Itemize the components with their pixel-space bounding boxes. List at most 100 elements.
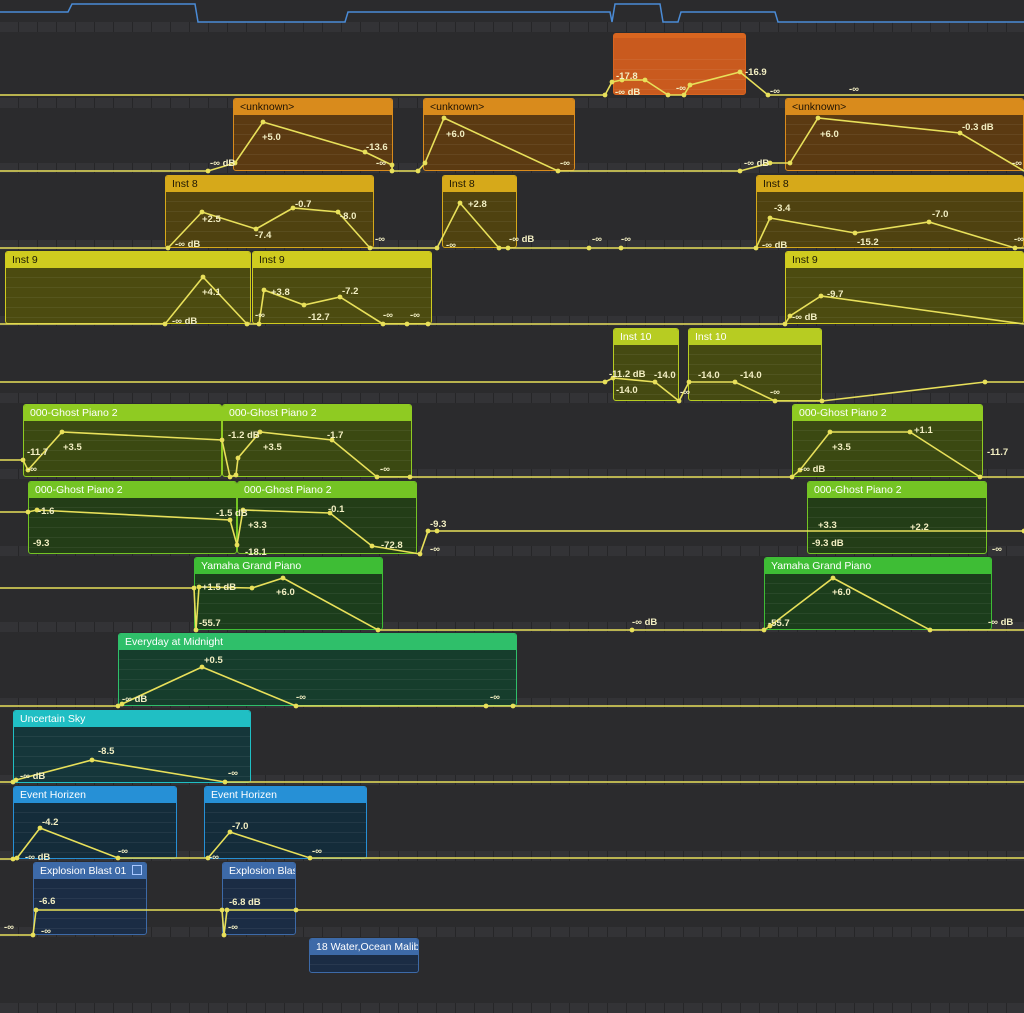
- automation-node[interactable]: [235, 455, 241, 461]
- automation-node[interactable]: [737, 69, 743, 75]
- automation-node[interactable]: [25, 509, 31, 515]
- automation-node[interactable]: [389, 162, 395, 168]
- automation-node[interactable]: [687, 82, 693, 88]
- automation-node[interactable]: [629, 627, 635, 633]
- automation-node[interactable]: [380, 321, 386, 327]
- automation-node[interactable]: [59, 429, 65, 435]
- automation-line[interactable]: [0, 827, 1024, 860]
- automation-node[interactable]: [205, 168, 211, 174]
- automation-node[interactable]: [496, 245, 502, 251]
- automation-node[interactable]: [676, 398, 682, 404]
- automation-node[interactable]: [389, 168, 395, 174]
- automation-curve[interactable]: -11.2 dB -14.0 -14.0 -∞ -14.0 -14.0 -∞: [0, 369, 1024, 404]
- automation-node[interactable]: [249, 585, 255, 591]
- automation-node[interactable]: [815, 115, 821, 121]
- automation-node[interactable]: [162, 321, 168, 327]
- automation-node[interactable]: [789, 474, 795, 480]
- automation-node[interactable]: [618, 245, 624, 251]
- automation-line[interactable]: [0, 116, 1024, 172]
- automation-node[interactable]: [200, 274, 206, 280]
- automation-node[interactable]: [196, 584, 202, 590]
- automation-line[interactable]: [0, 509, 1024, 555]
- automation-node[interactable]: [782, 321, 788, 327]
- automation-node[interactable]: [425, 321, 431, 327]
- automation-line[interactable]: [0, 431, 1024, 479]
- automation-node[interactable]: [244, 321, 250, 327]
- automation-node[interactable]: [89, 757, 95, 763]
- automation-node[interactable]: [761, 627, 767, 633]
- automation-line[interactable]: [0, 71, 1024, 96]
- automation-node[interactable]: [772, 398, 778, 404]
- automation-node[interactable]: [737, 168, 743, 174]
- automation-line[interactable]: [0, 666, 1024, 707]
- automation-node[interactable]: [415, 168, 421, 174]
- automation-node[interactable]: [219, 437, 225, 443]
- automation-node[interactable]: [369, 543, 375, 549]
- automation-node[interactable]: [224, 907, 230, 913]
- automation-curve[interactable]: +1.5 dB -55.7 +6.0 -∞ dB -55.7 +6.0 -∞ dB: [0, 575, 1024, 633]
- automation-curve[interactable]: -∞ -6.6 -∞ -6.8 dB -∞: [0, 896, 1024, 938]
- automation-node[interactable]: [33, 907, 39, 913]
- automation-node[interactable]: [982, 379, 988, 385]
- automation-node[interactable]: [219, 907, 225, 913]
- automation-node[interactable]: [609, 79, 615, 85]
- automation-node[interactable]: [13, 777, 19, 783]
- automation-node[interactable]: [505, 245, 511, 251]
- automation-node[interactable]: [280, 575, 286, 581]
- automation-node[interactable]: [1012, 245, 1018, 251]
- automation-node[interactable]: [926, 219, 932, 225]
- automation-line[interactable]: [0, 759, 1024, 783]
- automation-node[interactable]: [193, 627, 199, 633]
- automation-node[interactable]: [852, 230, 858, 236]
- automation-node[interactable]: [256, 321, 262, 327]
- automation-curve[interactable]: -11.7-∞+3.5-1.2 dB+3.5-1.7-∞ -∞ dB+3.5+1.…: [0, 425, 1024, 480]
- automation-node[interactable]: [441, 115, 447, 121]
- automation-node[interactable]: [293, 907, 299, 913]
- automation-node[interactable]: [602, 379, 608, 385]
- automation-node[interactable]: [10, 856, 16, 862]
- automation-curve[interactable]: -4.2 -∞ dB -∞ -7.0 -∞ -∞: [0, 817, 1024, 863]
- automation-node[interactable]: [642, 77, 648, 83]
- automation-node[interactable]: [787, 160, 793, 166]
- automation-node[interactable]: [818, 293, 824, 299]
- automation-node[interactable]: [407, 474, 413, 480]
- automation-curve[interactable]: -17.8-∞ dB -∞-16.9-∞ -∞: [0, 67, 1024, 98]
- automation-node[interactable]: [907, 429, 913, 435]
- automation-node[interactable]: [830, 575, 836, 581]
- automation-node[interactable]: [977, 474, 983, 480]
- automation-node[interactable]: [827, 429, 833, 435]
- automation-curve[interactable]: -∞ dB +2.5 -7.4 -0.7 -8.0 -∞ +2.8 -∞ -∞ dB -∞ -∞ -3…: [0, 199, 1024, 251]
- automation-node[interactable]: [191, 585, 197, 591]
- automation-curve[interactable]: +4.1 -∞ dB +3.8 -∞ -12.7 -7.2 -∞ -∞ -9.7 -∞ dB: [0, 274, 1024, 327]
- automation-node[interactable]: [261, 287, 267, 293]
- automation-node[interactable]: [165, 245, 171, 251]
- automation-node[interactable]: [293, 703, 299, 709]
- automation-node[interactable]: [927, 627, 933, 633]
- automation-node[interactable]: [417, 551, 423, 557]
- automation-line[interactable]: [0, 909, 1024, 936]
- automation-node[interactable]: [665, 92, 671, 98]
- automation-node[interactable]: [30, 932, 36, 938]
- automation-layer[interactable]: -17.8-∞ dB -∞-16.9-∞ -∞ -∞ dB+5.0-13.6-∞+6.…: [0, 0, 1024, 973]
- automation-node[interactable]: [732, 379, 738, 385]
- automation-node[interactable]: [233, 472, 239, 478]
- automation-node[interactable]: [260, 119, 266, 125]
- automation-node[interactable]: [422, 160, 428, 166]
- automation-node[interactable]: [767, 215, 773, 221]
- automation-curve[interactable]: -∞ dB -8.5 -∞: [0, 746, 1024, 785]
- automation-curve[interactable]: +0.5 -∞ dB -∞ -∞: [0, 655, 1024, 709]
- automation-curve[interactable]: -∞ dB +5.0 -13.6 -∞ +6.0 -∞ -∞ dB +6.0 -0.3 dB -∞: [0, 115, 1024, 174]
- automation-node[interactable]: [301, 302, 307, 308]
- automation-node[interactable]: [234, 542, 240, 548]
- automation-node[interactable]: [434, 245, 440, 251]
- automation-node[interactable]: [374, 474, 380, 480]
- automation-node[interactable]: [14, 855, 20, 861]
- automation-node[interactable]: [221, 932, 227, 938]
- automation-line[interactable]: [0, 377, 1024, 403]
- automation-node[interactable]: [483, 703, 489, 709]
- automation-node[interactable]: [686, 379, 692, 385]
- automation-line[interactable]: [0, 577, 1024, 631]
- automation-line[interactable]: [0, 275, 1024, 325]
- automation-node[interactable]: [367, 245, 373, 251]
- automation-node[interactable]: [753, 245, 759, 251]
